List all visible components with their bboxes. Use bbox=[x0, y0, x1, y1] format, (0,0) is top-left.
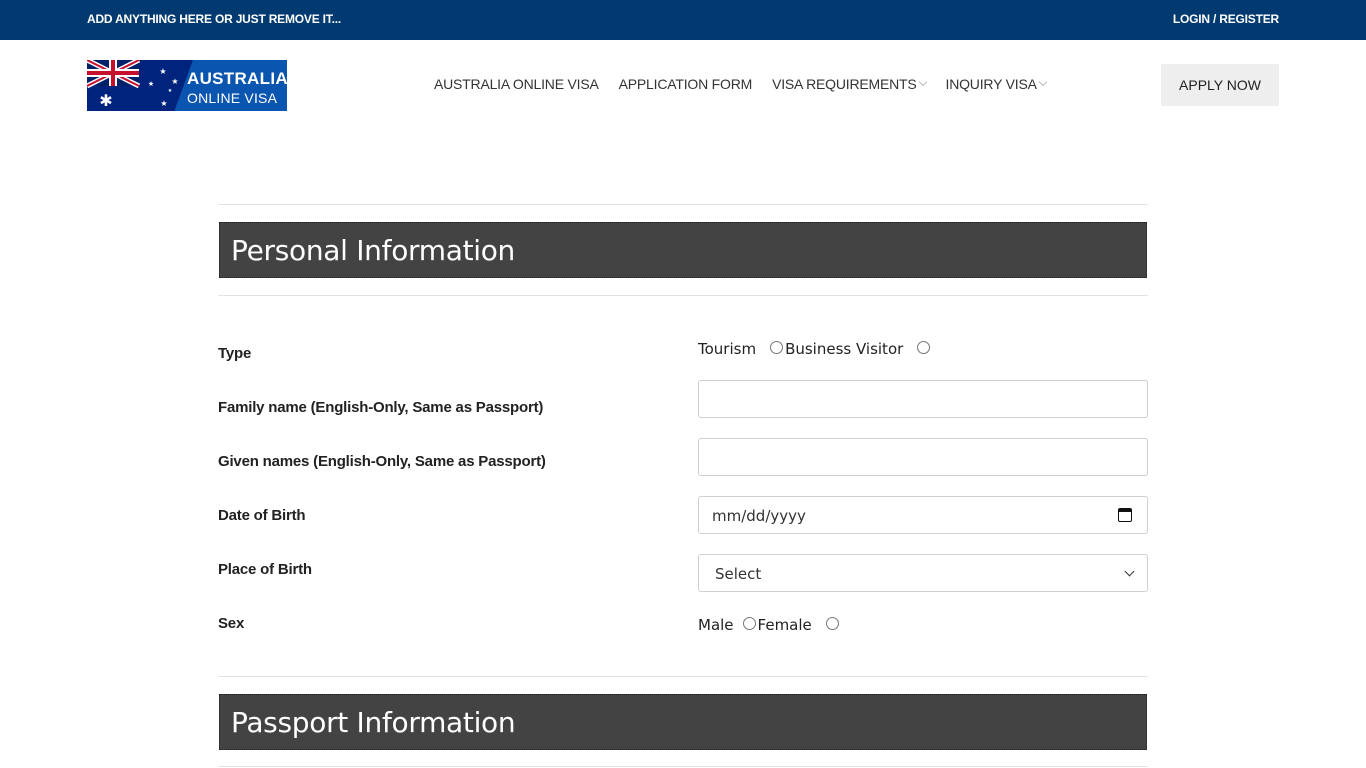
radio-tourism[interactable] bbox=[770, 340, 784, 354]
svg-text:★: ★ bbox=[148, 80, 154, 88]
place-of-birth-select[interactable]: Select bbox=[698, 554, 1148, 592]
select-value: Select bbox=[715, 565, 762, 583]
nav-item-label: AUSTRALIA ONLINE VISA bbox=[434, 76, 599, 92]
family-name-label: Family name (English-Only, Same as Passp… bbox=[218, 399, 544, 416]
section-title: Passport Information bbox=[231, 706, 516, 739]
svg-text:★: ★ bbox=[160, 99, 167, 108]
given-names-label: Given names (English-Only, Same as Passp… bbox=[218, 453, 546, 470]
place-of-birth-label: Place of Birth bbox=[218, 561, 312, 578]
radio-label-tourism: Tourism bbox=[698, 340, 757, 358]
top-bar: ADD ANYTHING HERE OR JUST REMOVE IT... L… bbox=[0, 0, 1366, 40]
nav-visa-requirements[interactable]: VISA REQUIREMENTS bbox=[772, 76, 927, 92]
site-logo[interactable]: ✱ ★ ★ ★ ★ ★ AUSTRALIA ONLINE VISA bbox=[87, 60, 287, 111]
sex-radio-group: Male Female bbox=[698, 616, 841, 634]
svg-text:★: ★ bbox=[159, 67, 166, 76]
section-header-passport: Passport Information bbox=[219, 694, 1147, 750]
radio-business-visitor[interactable] bbox=[917, 340, 931, 354]
divider bbox=[218, 766, 1148, 767]
calendar-icon[interactable] bbox=[1118, 508, 1132, 522]
radio-label-male: Male bbox=[698, 616, 734, 634]
dob-input[interactable]: mm/dd/yyyy bbox=[698, 496, 1148, 534]
type-label: Type bbox=[218, 345, 252, 362]
nav-item-label: VISA REQUIREMENTS bbox=[772, 76, 917, 92]
chevron-down-icon bbox=[1124, 566, 1135, 577]
dob-placeholder: mm/dd/yyyy bbox=[712, 507, 806, 525]
section-header-personal: Personal Information bbox=[219, 222, 1147, 278]
apply-now-button[interactable]: APPLY NOW bbox=[1161, 64, 1279, 106]
logo-line2: ONLINE VISA bbox=[187, 90, 278, 106]
radio-label-business-visitor: Business Visitor bbox=[785, 340, 904, 358]
divider bbox=[218, 295, 1148, 296]
svg-text:✱: ✱ bbox=[99, 91, 112, 110]
svg-text:★: ★ bbox=[171, 77, 178, 86]
main-nav: AUSTRALIA ONLINE VISA APPLICATION FORM V… bbox=[434, 76, 1047, 92]
family-name-input[interactable] bbox=[698, 380, 1148, 418]
nav-item-label: APPLICATION FORM bbox=[618, 76, 753, 92]
dob-label: Date of Birth bbox=[218, 507, 306, 524]
chevron-down-icon bbox=[1038, 77, 1047, 87]
topbar-notice: ADD ANYTHING HERE OR JUST REMOVE IT... bbox=[87, 12, 341, 26]
section-title: Personal Information bbox=[231, 234, 516, 267]
radio-label-female: Female bbox=[757, 616, 812, 634]
sex-label: Sex bbox=[218, 615, 245, 632]
divider bbox=[218, 676, 1148, 677]
nav-application-form[interactable]: APPLICATION FORM bbox=[618, 76, 753, 92]
divider bbox=[218, 204, 1148, 205]
logo-line1: AUSTRALIA bbox=[187, 69, 287, 88]
given-names-input[interactable] bbox=[698, 438, 1148, 476]
radio-male[interactable] bbox=[742, 616, 756, 630]
svg-text:★: ★ bbox=[168, 88, 173, 94]
nav-australia-online-visa[interactable]: AUSTRALIA ONLINE VISA bbox=[434, 76, 599, 92]
nav-inquiry-visa[interactable]: INQUIRY VISA bbox=[945, 76, 1047, 92]
nav-item-label: INQUIRY VISA bbox=[945, 76, 1037, 92]
chevron-down-icon bbox=[918, 77, 927, 87]
login-register-link[interactable]: LOGIN / REGISTER bbox=[1173, 12, 1279, 26]
radio-female[interactable] bbox=[825, 616, 839, 630]
type-radio-group: Tourism Business Visitor bbox=[698, 340, 932, 358]
australia-flag-icon: ✱ ★ ★ ★ ★ ★ bbox=[87, 60, 179, 110]
